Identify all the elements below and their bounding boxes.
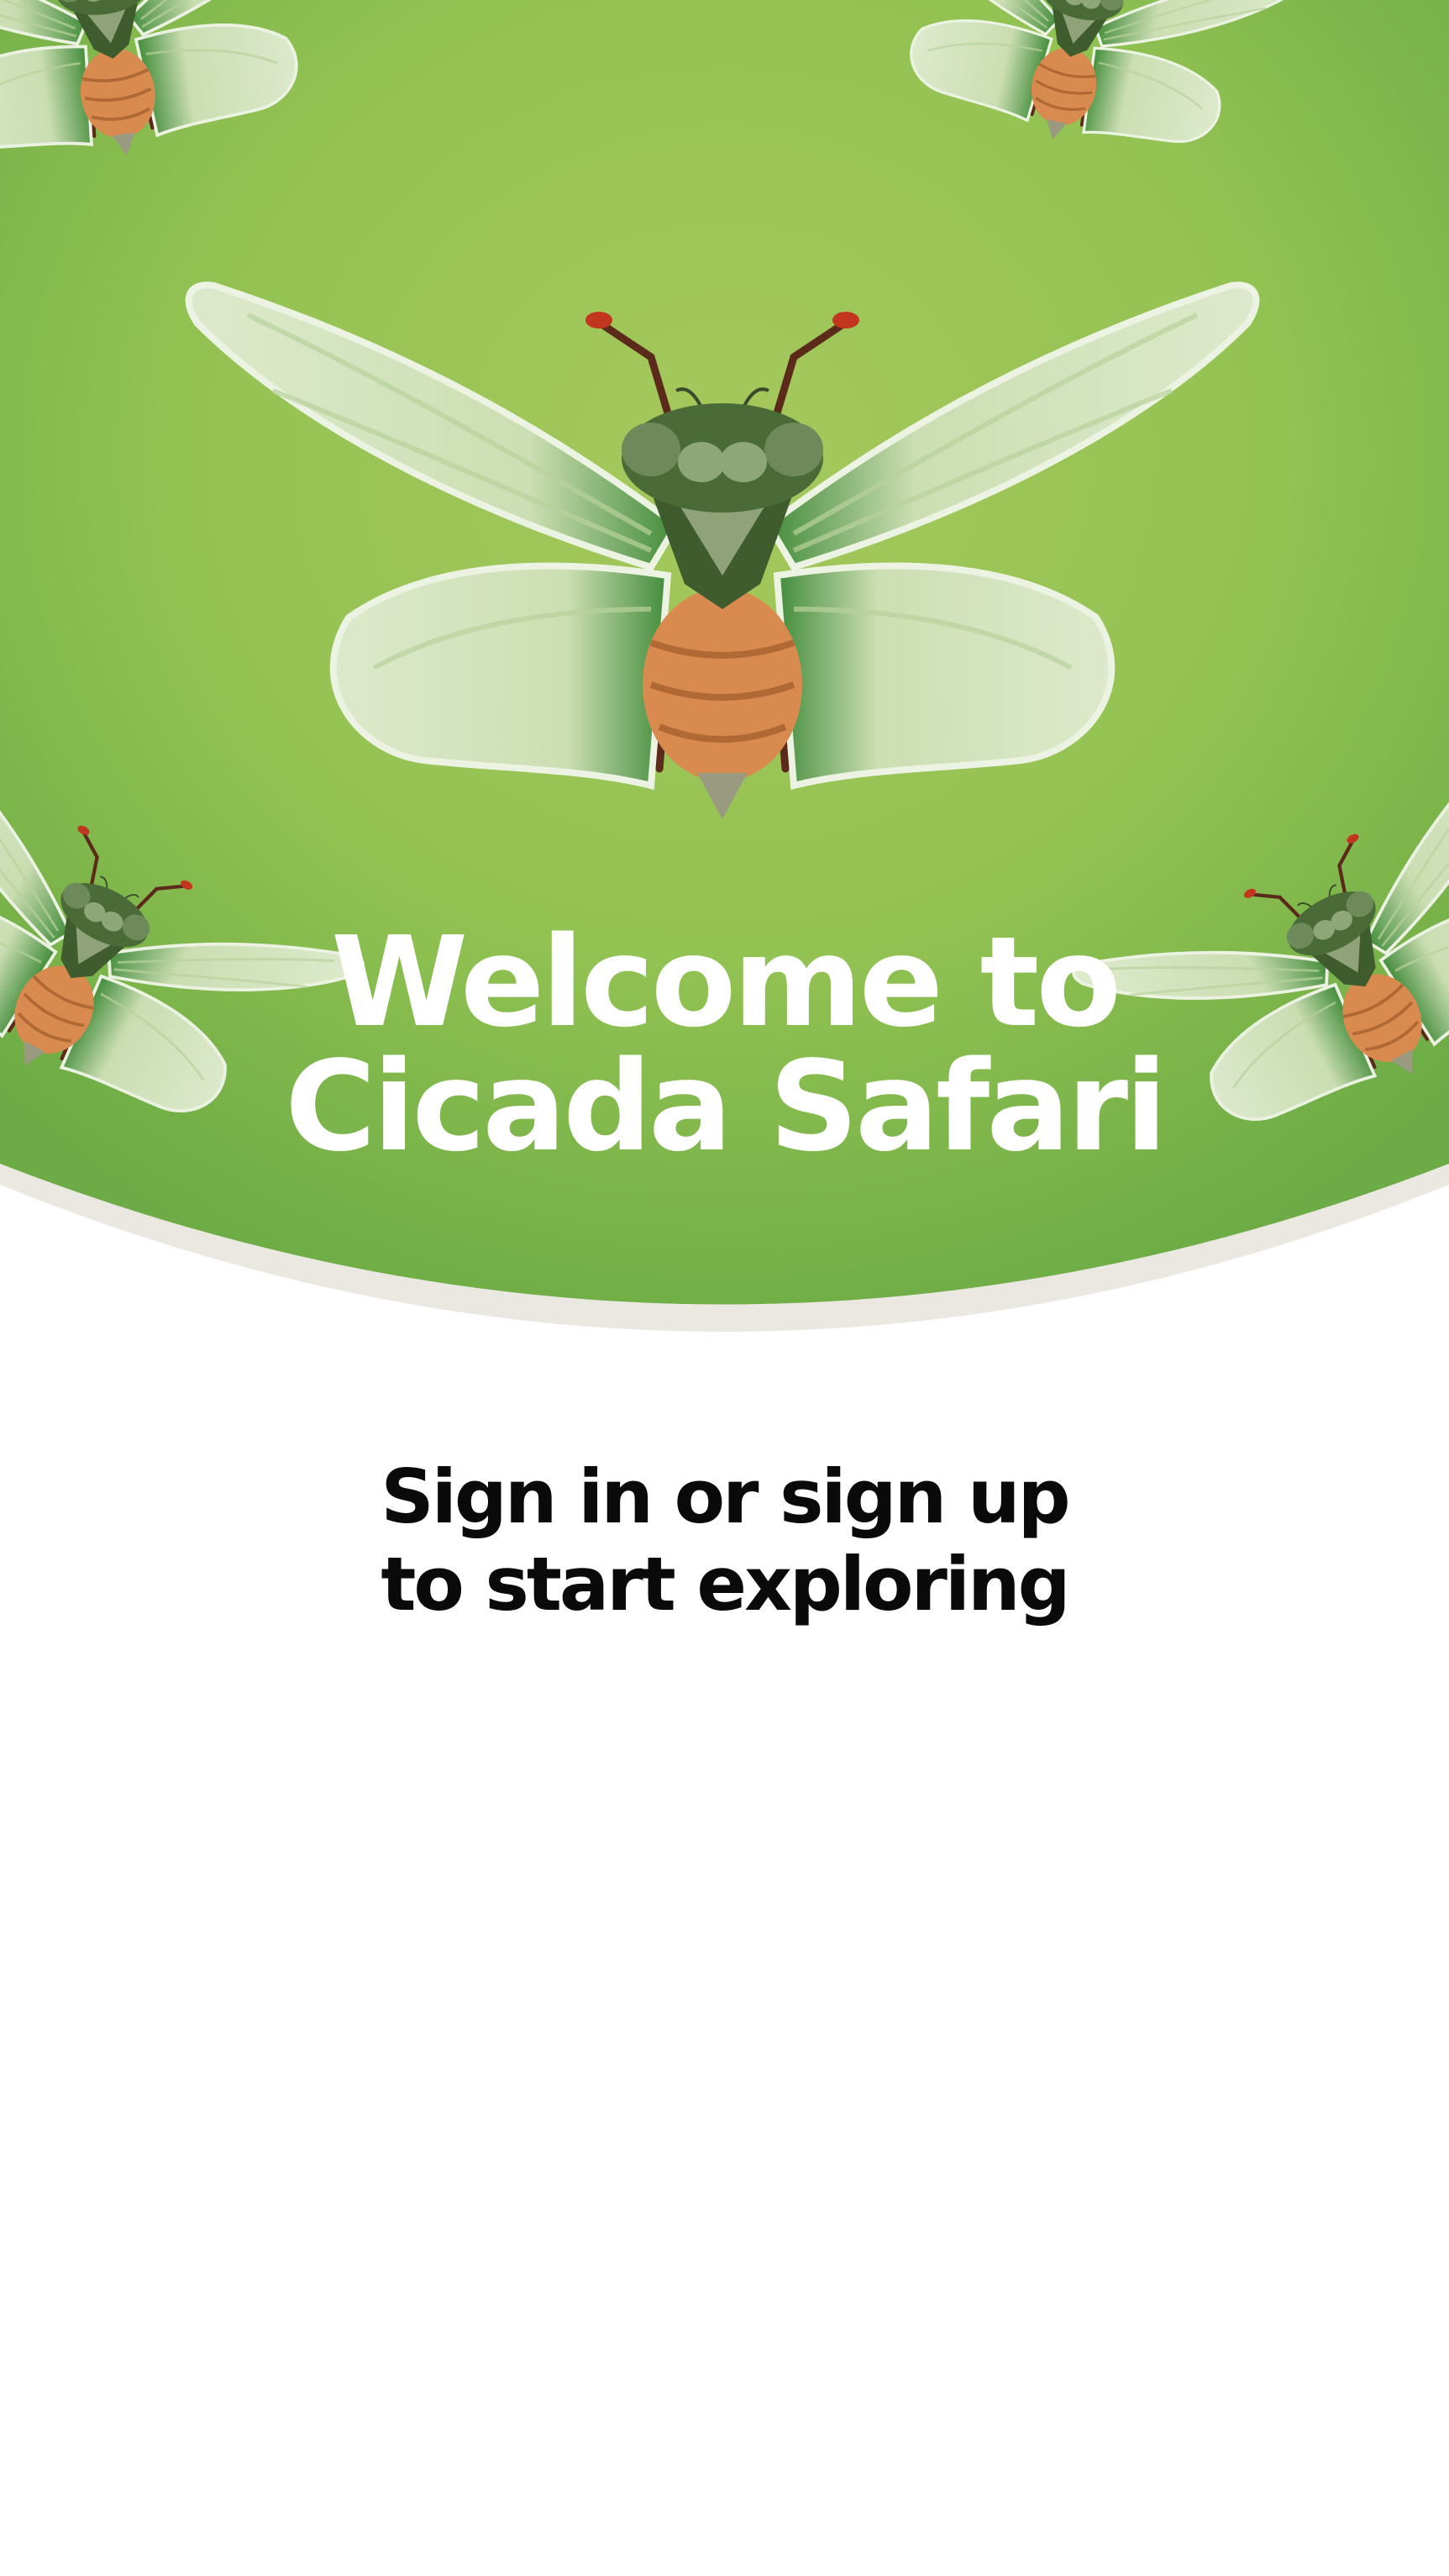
hero-banner: Welcome to Cicada Safari (0, 0, 1449, 1395)
sign-in-prompt-line2: to start exploring (381, 1541, 1070, 1627)
welcome-screen: Welcome to Cicada Safari Sign in or sign… (0, 0, 1449, 2576)
welcome-title-line1: Welcome to (330, 910, 1121, 1054)
welcome-title-line2: Cicada Safari (285, 1034, 1168, 1179)
sign-in-prompt: Sign in or sign up to start exploring (0, 1454, 1449, 1628)
cicada-illustration-icon (181, 248, 1264, 853)
sign-in-prompt-line1: Sign in or sign up (381, 1454, 1070, 1540)
welcome-title: Welcome to Cicada Safari (0, 920, 1449, 1169)
